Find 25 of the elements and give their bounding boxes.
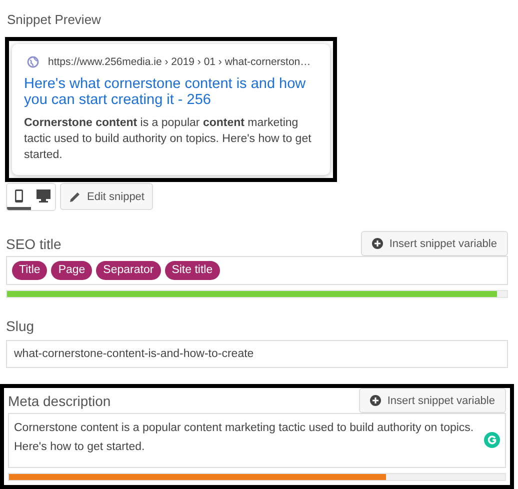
- slug-field[interactable]: what-cornerstone-content-is-and-how-to-create: [6, 340, 508, 368]
- variable-tag[interactable]: Title: [12, 261, 48, 280]
- monitor-icon: [36, 188, 50, 202]
- mobile-preview-button[interactable]: [7, 184, 31, 210]
- field-label: Slug: [6, 318, 34, 336]
- section-heading: Snippet Preview: [6, 11, 102, 29]
- plus-icon: [372, 238, 384, 249]
- result-description: Cornerstone content is a popular content marketing tactic used to build authority on topics. Here's how to get started.: [24, 116, 312, 163]
- globe-icon: [27, 56, 39, 68]
- phone-icon: [14, 188, 24, 202]
- insert-variable-button[interactable]: Insert snippet variable: [361, 231, 508, 256]
- variable-tag[interactable]: Page: [51, 261, 92, 280]
- field-label: Meta description: [8, 393, 111, 411]
- variable-tag[interactable]: Site title: [164, 261, 220, 280]
- meta-description-field[interactable]: Cornerstone content is a popular content marketing tactic used to build authority on topics. Here's how to get started.: [8, 413, 506, 468]
- variable-tag[interactable]: Separator: [96, 261, 161, 280]
- plus-icon: [370, 395, 382, 406]
- result-url: https://www.256media.ie › 2019 › 01 › what-cornerston…: [48, 56, 311, 68]
- seo-title-field[interactable]: Title Page Separator Site title: [6, 256, 508, 285]
- insert-variable-button[interactable]: Insert snippet variable: [359, 388, 506, 413]
- edit-snippet-button[interactable]: Edit snippet: [60, 183, 154, 210]
- grammarly-icon: [484, 432, 500, 448]
- pencil-icon: [69, 190, 81, 202]
- result-title[interactable]: Here's what cornerstone content is and how you can start creating it - 256: [24, 76, 320, 108]
- field-label: SEO title: [6, 236, 62, 254]
